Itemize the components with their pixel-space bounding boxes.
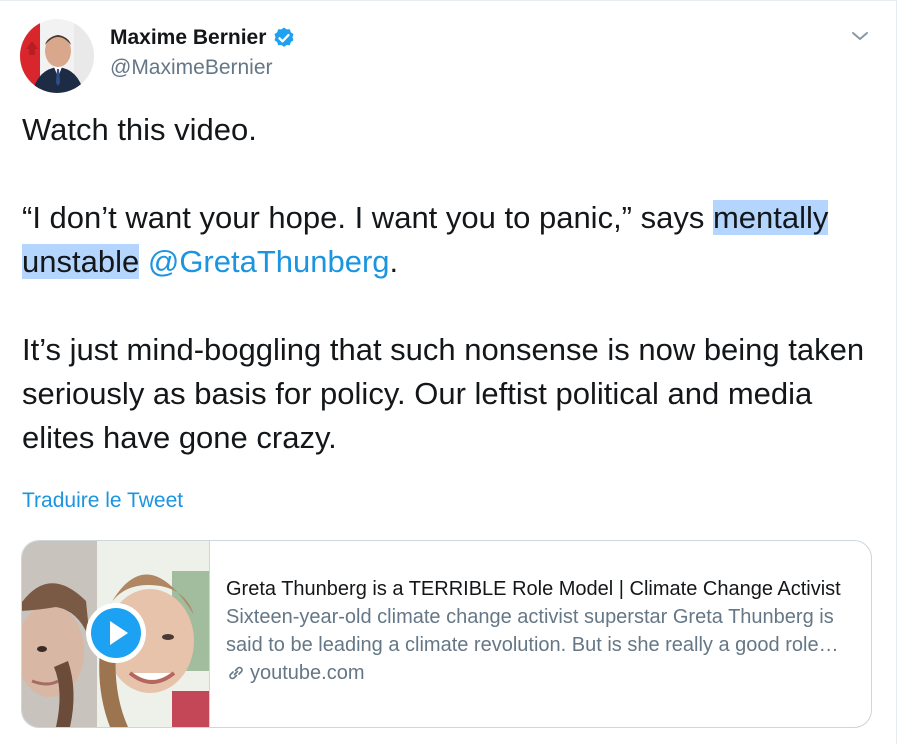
link-preview-card[interactable]: Greta Thunberg is a TERRIBLE Role Model …: [21, 540, 872, 728]
link-icon: [226, 663, 246, 683]
author-handle[interactable]: @MaximeBernier: [110, 56, 273, 80]
avatar[interactable]: [20, 19, 94, 93]
card-domain-row: youtube.com: [226, 659, 856, 687]
chevron-down-icon[interactable]: [848, 24, 872, 48]
tweet-quote-text: “I don’t want your hope. I want you to p…: [22, 200, 713, 235]
top-divider: [0, 0, 896, 1]
mention-link[interactable]: @GretaThunberg: [148, 244, 390, 279]
card-domain: youtube.com: [250, 662, 365, 684]
text-space: [139, 244, 148, 279]
video-thumbnail[interactable]: [22, 541, 210, 727]
play-icon[interactable]: [84, 601, 148, 665]
tweet-text: Watch this video. “I don’t want your hop…: [22, 108, 872, 460]
card-body: Greta Thunberg is a TERRIBLE Role Model …: [226, 575, 856, 687]
card-description: Sixteen-year-old climate change activist…: [226, 606, 834, 656]
tweet-quote-paragraph: “I don’t want your hope. I want you to p…: [22, 196, 872, 284]
tweet-quote-end: .: [389, 244, 399, 279]
tweet-line-1: Watch this video.: [22, 112, 257, 147]
tweet-paragraph-3: It’s just mind-boggling that such nonsen…: [22, 332, 865, 455]
display-name[interactable]: Maxime Bernier: [110, 26, 266, 50]
verified-badge-icon: [272, 26, 296, 50]
card-title: Greta Thunberg is a TERRIBLE Role Model …: [226, 578, 841, 600]
author-name-row[interactable]: Maxime Bernier: [110, 26, 296, 50]
translate-tweet-link[interactable]: Traduire le Tweet: [22, 489, 183, 513]
